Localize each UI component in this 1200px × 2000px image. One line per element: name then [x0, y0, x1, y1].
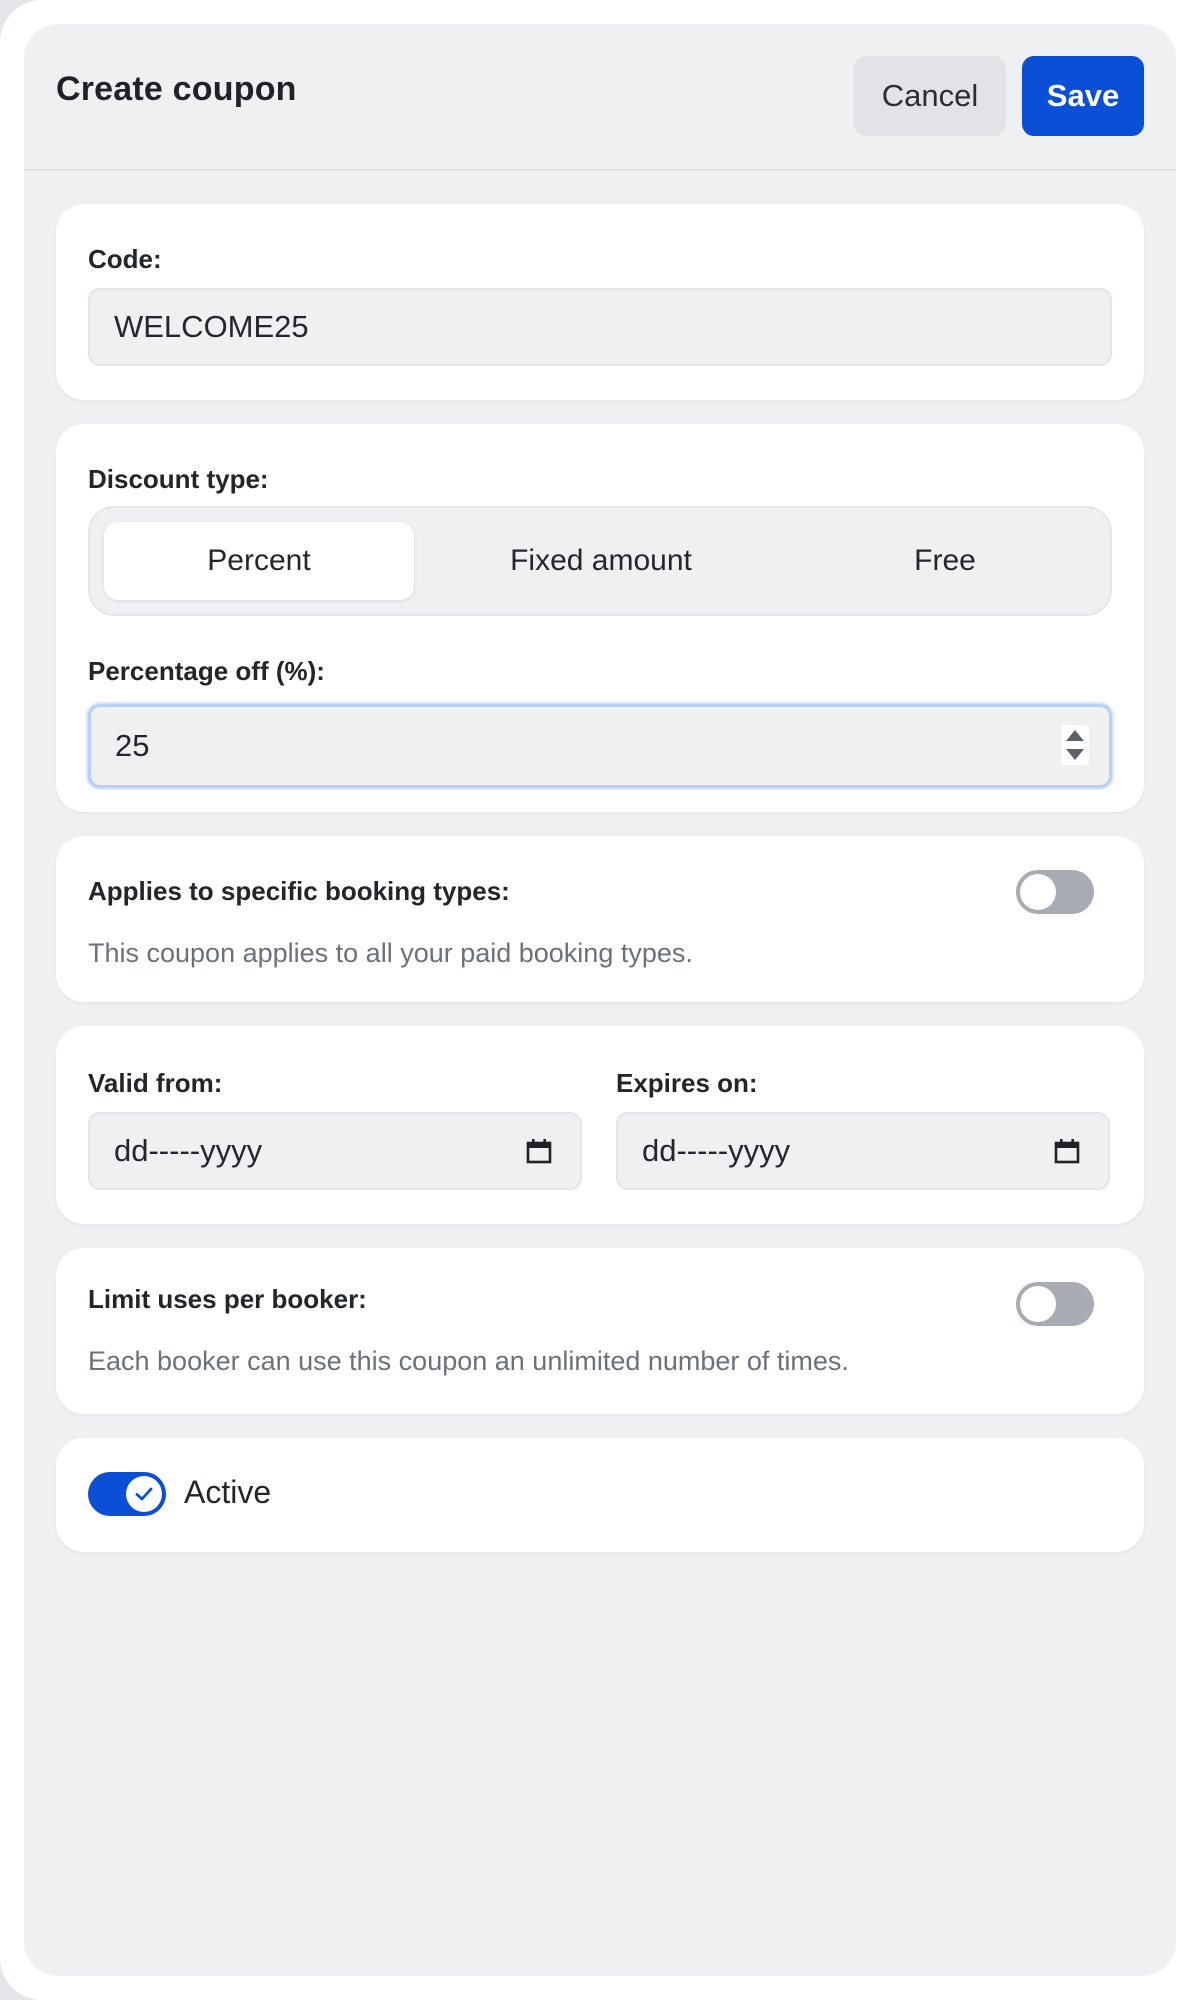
- percentage-off-label: Percentage off (%):: [88, 656, 325, 686]
- active-toggle[interactable]: [88, 1472, 166, 1516]
- number-stepper-icon[interactable]: [1061, 725, 1089, 765]
- active-label: Active: [184, 1474, 272, 1510]
- limit-uses-card: Limit uses per booker: Each booker can u…: [56, 1248, 1144, 1414]
- code-label: Code:: [88, 244, 162, 274]
- valid-from-value: dd-----yyyy: [114, 1133, 263, 1168]
- expires-on-label: Expires on:: [616, 1068, 758, 1098]
- discount-type-percent[interactable]: Percent: [104, 522, 414, 600]
- stepper-up-icon[interactable]: [1066, 730, 1084, 741]
- booking-types-label: Applies to specific booking types:: [88, 876, 510, 906]
- toggle-knob: [1020, 874, 1056, 910]
- booking-types-toggle[interactable]: [1016, 870, 1094, 914]
- save-button[interactable]: Save: [1022, 56, 1144, 136]
- code-card: Code: WELCOME25: [56, 204, 1144, 400]
- limit-uses-label: Limit uses per booker:: [88, 1284, 367, 1314]
- limit-uses-description: Each booker can use this coupon an unlim…: [88, 1346, 849, 1376]
- discount-type-label: Discount type:: [88, 464, 269, 494]
- cancel-button[interactable]: Cancel: [854, 56, 1006, 136]
- booking-types-card: Applies to specific booking types: This …: [56, 836, 1144, 1002]
- expires-on-date-input[interactable]: dd-----yyyy: [616, 1112, 1110, 1190]
- booking-types-description: This coupon applies to all your paid boo…: [88, 938, 693, 968]
- active-card: Active: [56, 1438, 1144, 1552]
- calendar-icon[interactable]: [526, 1138, 552, 1164]
- toggle-knob: [126, 1476, 162, 1512]
- stepper-down-icon[interactable]: [1066, 749, 1084, 760]
- check-icon: [135, 1487, 153, 1501]
- toggle-knob: [1020, 1286, 1056, 1322]
- expires-on-value: dd-----yyyy: [642, 1133, 791, 1168]
- dates-card: Valid from: Expires on: dd-----yyyy dd--…: [56, 1026, 1144, 1224]
- discount-card: Discount type: Percent Fixed amount Free…: [56, 424, 1144, 812]
- percentage-off-value: 25: [115, 728, 150, 763]
- create-coupon-dialog: Create coupon Cancel Save Code: WELCOME2…: [24, 24, 1176, 1976]
- dialog-title: Create coupon: [56, 70, 297, 108]
- limit-uses-toggle[interactable]: [1016, 1282, 1094, 1326]
- calendar-icon[interactable]: [1054, 1138, 1080, 1164]
- percentage-off-input[interactable]: 25: [88, 704, 1112, 788]
- app-window: Create coupon Cancel Save Code: WELCOME2…: [0, 0, 1200, 2000]
- valid-from-label: Valid from:: [88, 1068, 223, 1098]
- discount-type-fixed-amount[interactable]: Fixed amount: [430, 522, 772, 600]
- valid-from-date-input[interactable]: dd-----yyyy: [88, 1112, 582, 1190]
- code-input[interactable]: WELCOME25: [88, 288, 1112, 366]
- dialog-header: Create coupon Cancel Save: [24, 24, 1176, 171]
- discount-type-free[interactable]: Free: [790, 522, 1100, 600]
- discount-type-segmented-control: Percent Fixed amount Free: [88, 506, 1112, 616]
